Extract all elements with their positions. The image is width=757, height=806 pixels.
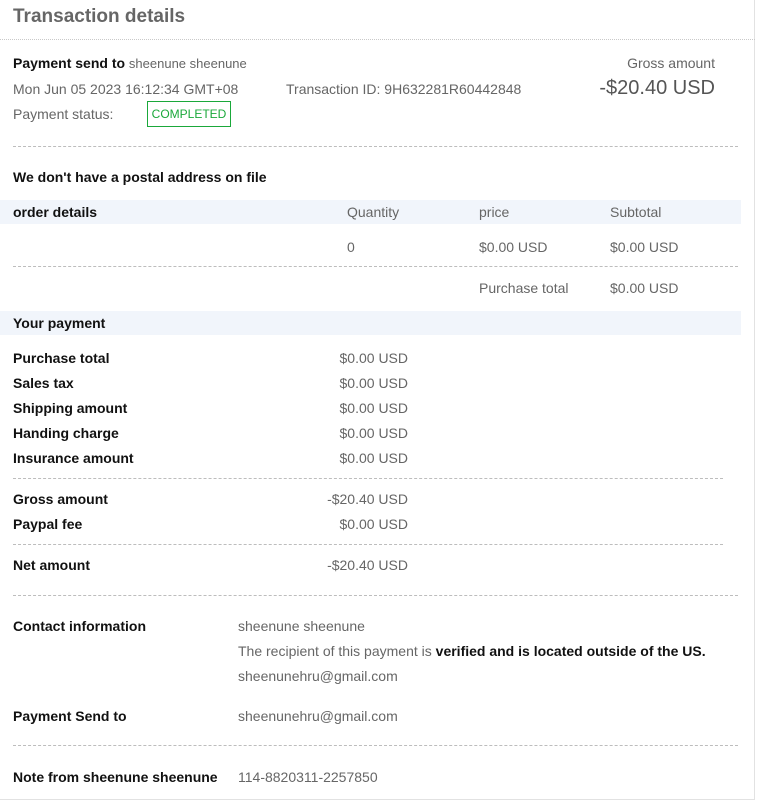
your-payment-band xyxy=(0,311,741,335)
recipient-status: The recipient of this payment is verifie… xyxy=(238,643,706,659)
transaction-date: Mon Jun 05 2023 16:12:34 GMT+08 xyxy=(13,81,239,97)
payment-item-label: Shipping amount xyxy=(13,400,128,416)
divider xyxy=(13,745,738,746)
gross-amount-value: -$20.40 USD xyxy=(599,77,715,99)
transaction-id: 9H632281R60442848 xyxy=(384,81,522,97)
transaction-id-label: Transaction ID: xyxy=(286,81,381,97)
contact-info-label: Contact information xyxy=(13,618,146,634)
payment-send-to-email: sheenunehru@gmail.com xyxy=(238,708,398,724)
divider xyxy=(13,544,723,545)
net-amount-label: Net amount xyxy=(13,557,90,573)
your-payment-title: Your payment xyxy=(13,315,106,331)
purchase-total-label: Purchase total xyxy=(479,280,569,296)
order-row-price: $0.00 USD xyxy=(479,239,548,255)
payment-status-label: Payment status: xyxy=(13,106,114,122)
subtotal-header: Subtotal xyxy=(610,204,662,220)
payment-send-to-line: Payment send to sheenune sheenune xyxy=(13,55,247,71)
recipient-status-verified: verified and is located outside of the U… xyxy=(435,643,706,659)
contact-email: sheenunehru@gmail.com xyxy=(238,668,398,684)
transaction-id-line: Transaction ID: 9H632281R60442848 xyxy=(286,81,521,97)
payment-send-to-label: Payment send to xyxy=(13,55,126,71)
order-row-quantity: 0 xyxy=(347,239,355,255)
payment-item-label: Purchase total xyxy=(13,350,110,366)
order-row-subtotal: $0.00 USD xyxy=(610,239,679,255)
payment-item-value: $0.00 USD xyxy=(339,450,408,466)
recipient-status-prefix: The recipient of this payment is xyxy=(238,643,436,659)
paypal-fee-label: Paypal fee xyxy=(13,516,83,532)
title-bar: Transaction details xyxy=(0,0,755,40)
divider xyxy=(13,595,738,596)
note-text: 114-8820311-2257850 xyxy=(238,769,378,785)
net-amount-value: -$20.40 USD xyxy=(327,557,408,573)
payment-item-label: Sales tax xyxy=(13,375,74,391)
gross-amount-label: Gross amount xyxy=(627,55,715,71)
postal-address-note: We don't have a postal address on file xyxy=(13,169,267,185)
status-badge: COMPLETED xyxy=(147,101,231,127)
quantity-header: Quantity xyxy=(347,204,400,220)
paypal-fee-value: $0.00 USD xyxy=(339,516,408,532)
payment-send-to-name: sheenune sheenune xyxy=(128,56,247,71)
payment-item-label: Insurance amount xyxy=(13,450,134,466)
payment-item-value: $0.00 USD xyxy=(339,400,408,416)
order-details-header: order details xyxy=(13,204,98,220)
payment-item-value: $0.00 USD xyxy=(339,350,408,366)
price-header: price xyxy=(479,204,510,220)
gross-amount-row-value: -$20.40 USD xyxy=(327,491,408,507)
note-label: Note from sheenune sheenune xyxy=(13,769,218,785)
gross-amount-row-label: Gross amount xyxy=(13,491,108,507)
purchase-total-value: $0.00 USD xyxy=(610,280,679,296)
payment-item-label: Handing charge xyxy=(13,425,119,441)
divider xyxy=(13,146,738,147)
payment-send-to-section-label: Payment Send to xyxy=(13,708,127,724)
contact-name: sheenune sheenune xyxy=(238,618,365,634)
payment-item-value: $0.00 USD xyxy=(339,425,408,441)
divider xyxy=(13,478,723,479)
divider xyxy=(13,266,738,267)
payment-item-value: $0.00 USD xyxy=(339,375,408,391)
page-title: Transaction details xyxy=(13,6,186,27)
